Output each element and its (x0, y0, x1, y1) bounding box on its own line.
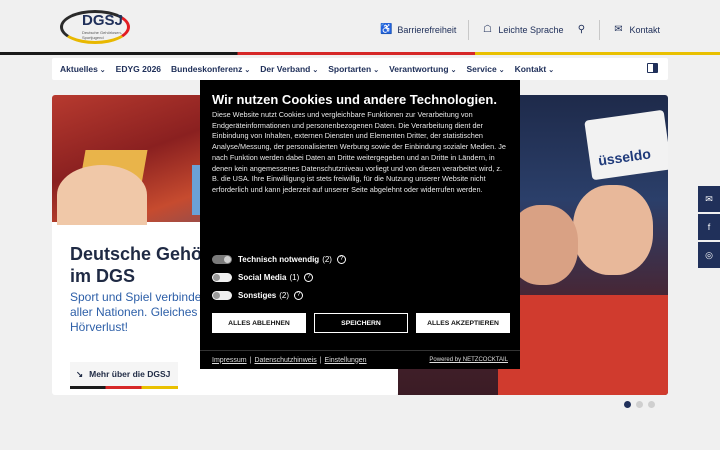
help-icon[interactable]: ? (304, 272, 314, 282)
nav-label: Der Verband (260, 64, 311, 74)
divider (599, 20, 601, 40)
nav-item-edyg[interactable]: EDYG 2026 (116, 64, 161, 74)
chevron-down-icon: ⌄ (312, 67, 319, 74)
nav-label: Verantwortung (389, 64, 449, 74)
facebook-icon[interactable]: f (698, 214, 720, 240)
help-icon[interactable]: ? (336, 254, 346, 264)
site-header: DGSJ Deutsche Gehörlosen-Sportjugend ♿ B… (0, 0, 720, 52)
cookie-dialog: Wir nutzen Cookies und andere Technologi… (200, 80, 520, 369)
search-icon: ⚲ (577, 24, 586, 35)
dgsj-logo[interactable]: DGSJ Deutsche Gehörlosen-Sportjugend (60, 8, 136, 46)
technical-switch[interactable] (212, 254, 232, 264)
arrow-icon: ↘ (76, 368, 84, 379)
cookie-buttons: ALLES ABLEHNEN SPEICHERN ALLES AKZEPTIER… (212, 313, 510, 333)
mail-icon: ✉ (614, 24, 623, 35)
nav-item-aktuelles[interactable]: Aktuelles ⌄ (60, 64, 106, 74)
paper-crown (584, 109, 668, 181)
settings-link[interactable]: Einstellungen (325, 357, 367, 364)
toggle-label: Technisch notwendig (238, 254, 320, 264)
separator: | (249, 356, 252, 364)
easy-language-link[interactable]: ☖ Leichte Sprache (481, 24, 564, 36)
contact-label: Kontakt (629, 25, 660, 35)
chevron-down-icon: ⌄ (450, 67, 457, 74)
chevron-down-icon: ⌄ (498, 67, 505, 74)
toggle-other: Sonstiges (2) ? (212, 286, 346, 304)
more-about-button[interactable]: ↘ Mehr über die DGSJ (70, 362, 178, 386)
slider-dot[interactable] (648, 401, 655, 408)
toggle-technical: Technisch notwendig (2) ? (212, 250, 346, 268)
slider-dot[interactable] (636, 401, 643, 408)
nav-item-service[interactable]: Service ⌄ (466, 64, 504, 74)
nav-label: EDYG 2026 (115, 64, 162, 74)
more-about-label: Mehr über die DGSJ (89, 369, 171, 379)
separator: | (319, 356, 322, 364)
search-button[interactable]: ⚲ (575, 24, 587, 36)
chevron-down-icon: ⌄ (99, 67, 106, 74)
sidebar-toggle-icon[interactable] (647, 63, 658, 73)
privacy-link[interactable]: Datenschutzhinweis (254, 357, 316, 364)
button-flag-stripe (70, 386, 178, 389)
powered-by-link[interactable]: Powered by NETZCOCKTAIL (429, 357, 508, 363)
nav-item-sportarten[interactable]: Sportarten ⌄ (328, 64, 379, 74)
contact-link[interactable]: ✉ Kontakt (612, 24, 660, 36)
accessibility-label: Barrierefreiheit (397, 25, 457, 35)
toggle-label: Sonstiges (238, 290, 277, 300)
nav-label: Bundeskonferenz (171, 64, 243, 74)
logo-subtitle: Deutsche Gehörlosen-Sportjugend (82, 30, 123, 40)
slider-dot[interactable] (624, 401, 631, 408)
cookie-body: Diese Website nutzt Cookies und vergleic… (212, 110, 506, 194)
main-nav: Aktuelles ⌄ EDYG 2026 Bundeskonferenz ⌄ De… (52, 58, 668, 80)
social-sidebar: ✉ f ◎ (698, 186, 720, 270)
cookie-title: Wir nutzen Cookies und andere Technologi… (212, 92, 497, 107)
accept-all-button[interactable]: ALLES AKZEPTIEREN (416, 313, 510, 333)
cookie-toggles: Technisch notwendig (2) ? Social Media (… (212, 250, 346, 304)
top-links: ♿ Barrierefreiheit ☖ Leichte Sprache ⚲ ✉… (380, 20, 660, 40)
newsletter-icon[interactable]: ✉ (698, 186, 720, 212)
nav-label: Sportarten (328, 64, 372, 74)
nav-item-verband[interactable]: Der Verband ⌄ (260, 64, 318, 74)
chevron-down-icon: ⌄ (548, 67, 555, 74)
social-switch[interactable] (212, 272, 232, 282)
nav-label: Service (466, 64, 497, 74)
toggle-count: (1) (289, 272, 300, 282)
other-switch[interactable] (212, 290, 232, 300)
nav-label: Aktuelles (60, 64, 98, 74)
nav-item-kontakt[interactable]: Kontakt ⌄ (515, 64, 555, 74)
accessibility-link[interactable]: ♿ Barrierefreiheit (380, 24, 456, 36)
nav-label: Kontakt (514, 64, 547, 74)
nav-item-verantwortung[interactable]: Verantwortung ⌄ (389, 64, 456, 74)
toggle-label: Social Media (238, 272, 287, 282)
logo-text: DGSJ (82, 12, 123, 29)
reject-all-button[interactable]: ALLES ABLEHNEN (212, 313, 306, 333)
toggle-count: (2) (279, 290, 290, 300)
toggle-social: Social Media (1) ? (212, 268, 346, 286)
easy-language-icon: ☖ (482, 24, 492, 35)
save-button[interactable]: SPEICHERN (314, 313, 408, 333)
help-icon[interactable]: ? (294, 290, 304, 300)
child-face (57, 165, 147, 225)
slider-dots (624, 401, 655, 408)
impressum-link[interactable]: Impressum (212, 357, 247, 364)
instagram-icon[interactable]: ◎ (698, 242, 720, 268)
chevron-down-icon: ⌄ (373, 67, 380, 74)
toggle-count: (2) (322, 254, 332, 264)
cookie-footer: Impressum | Datenschutzhinweis | Einstel… (200, 350, 520, 369)
nav-item-bundeskonferenz[interactable]: Bundeskonferenz ⌄ (171, 64, 250, 74)
child-face (573, 185, 653, 275)
easy-language-label: Leichte Sprache (498, 25, 564, 35)
red-jacket (498, 295, 668, 395)
divider (468, 20, 470, 40)
chevron-down-icon: ⌄ (244, 67, 251, 74)
accessibility-icon: ♿ (380, 24, 393, 35)
flag-stripe (0, 52, 720, 55)
